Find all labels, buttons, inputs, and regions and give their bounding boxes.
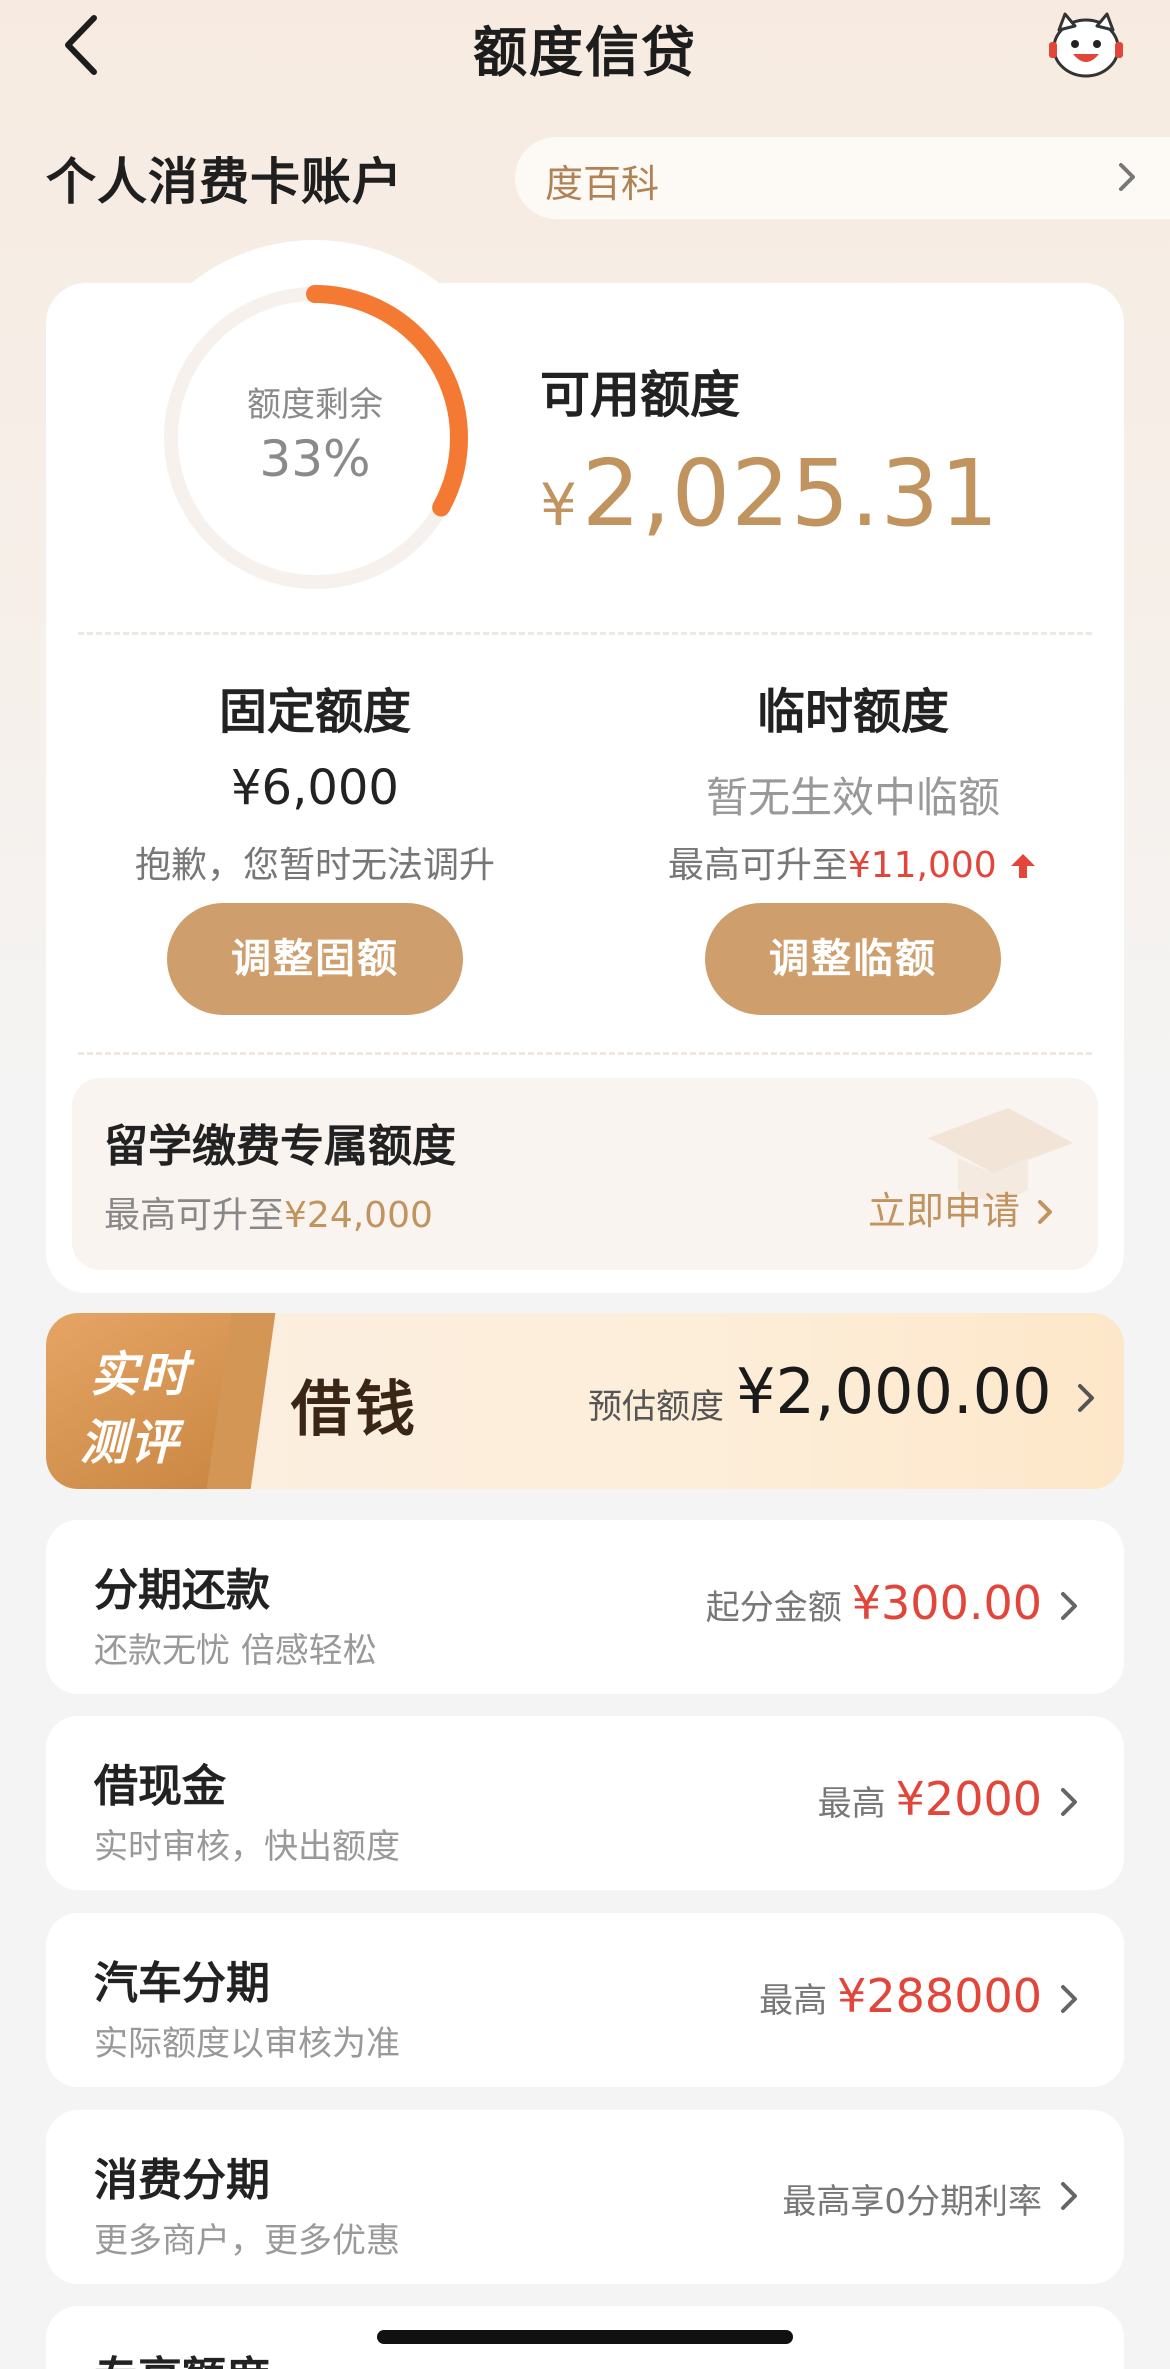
chevron-right-icon [1061,2182,1077,2210]
tag-line-1: 实时 [90,1347,191,1403]
apply-now-link[interactable]: 立即申请 [868,1180,1058,1235]
borrow-banner[interactable]: 实时 测评 借钱 预估额度 ¥2,000.00 [46,1313,1124,1489]
list-item-value-label: 最高享0分期利率 [782,2182,1042,2222]
top-bar: 额度信贷 [0,0,1170,100]
list-item-subtitle: 实际额度以审核为准 [94,2024,400,2064]
list-item-subtitle: 还款无忧 倍感轻松 [94,1631,377,1671]
chevron-right-icon [1119,163,1135,191]
list-item-title: 汽车分期 [94,1958,270,2009]
ring-label: 额度剩余 [247,385,383,425]
study-abroad-card[interactable]: 留学缴费专属额度 最高可升至¥24,000 立即申请 [72,1078,1098,1270]
page-title: 额度信贷 [473,21,697,84]
baike-link[interactable]: 度百科 [515,137,1170,219]
divider [78,1052,1092,1055]
estimated-credit-label: 预估额度 [588,1387,724,1427]
fixed-credit-title: 固定额度 [218,684,411,740]
available-credit-amount: ¥2,025.31 [540,440,1000,547]
study-subtitle: 最高可升至¥24,000 [104,1186,433,1238]
adjust-fixed-button[interactable]: 调整固额 [167,903,463,1015]
study-title: 留学缴费专属额度 [104,1121,456,1172]
chevron-right-icon [1061,1592,1077,1620]
temp-note-prefix: 最高可升至 [667,845,848,886]
chevron-right-icon [1061,1788,1077,1816]
list-item-value: 最高享0分期利率 [782,2174,1042,2223]
list-item-title: 借现金 [94,1761,226,1812]
chevron-right-icon [1078,1384,1094,1412]
tag-line-2: 测评 [80,1415,181,1471]
list-item-cash-loan[interactable]: 借现金 实时审核，快出额度 最高 ¥2000 [46,1716,1124,1890]
mascot-avatar-icon[interactable] [1045,8,1127,80]
chevron-right-icon [1038,1200,1052,1224]
list-item-title: 专享额度 [94,2342,270,2369]
study-sub-amount: ¥24,000 [284,1195,433,1236]
temp-credit-value: 暂无生效中临额 [705,773,1000,822]
list-item-value-label: 起分金额 [705,1588,842,1628]
arrow-up-icon [1011,854,1036,878]
list-item-consumer-installment[interactable]: 消费分期 更多商户，更多优惠 最高享0分期利率 [46,2110,1124,2284]
available-credit-label: 可用额度 [540,366,740,424]
temp-credit-title: 临时额度 [756,684,949,740]
fixed-credit-value: ¥6,000 [231,760,399,816]
currency-symbol: ¥ [540,471,578,539]
list-item-installment-repay[interactable]: 分期还款 还款无忧 倍感轻松 起分金额 ¥300.00 [46,1520,1124,1694]
study-sub-prefix: 最高可升至 [104,1195,285,1236]
apply-now-label: 立即申请 [867,1189,1020,1233]
temp-note-amount: ¥11,000 [847,845,997,886]
adjust-temp-button[interactable]: 调整临额 [705,903,1001,1015]
account-title: 个人消费卡账户 [46,153,403,211]
temp-credit-note: 最高可升至¥11,000 [613,836,1093,888]
fixed-credit-note: 抱歉，您暂时无法调升 [134,845,495,886]
list-item-amount: ¥288000 [837,1969,1042,2023]
list-item-value: 最高 ¥2000 [818,1772,1042,1826]
baike-label: 度百科 [545,162,660,206]
list-item-value: 起分金额 ¥300.00 [706,1576,1042,1630]
list-item-title: 分期还款 [94,1565,270,1616]
borrow-title: 借钱 [291,1375,419,1445]
list-item-value: 最高 ¥288000 [759,1969,1042,2023]
divider [78,632,1092,635]
list-item-amount: ¥300.00 [851,1576,1042,1630]
list-item-value-label: 最高 [817,1784,886,1824]
list-item-subtitle: 更多商户，更多优惠 [94,2221,400,2261]
realtime-eval-tag: 实时 测评 [46,1313,241,1489]
estimated-credit-amount: ¥2,000.00 [736,1355,1052,1428]
home-indicator [377,2330,793,2344]
list-item-amount: ¥2000 [895,1772,1042,1826]
list-item-title: 消费分期 [94,2155,270,2206]
list-item-value-label: 最高 [759,1981,828,2021]
list-item-subtitle: 实时审核，快出额度 [94,1827,400,1867]
list-item-car-installment[interactable]: 汽车分期 实际额度以审核为准 最高 ¥288000 [46,1913,1124,2087]
ring-percent: 33% [259,430,371,488]
available-amount-value: 2,025.31 [581,440,1000,547]
chevron-right-icon [1061,1985,1077,2013]
